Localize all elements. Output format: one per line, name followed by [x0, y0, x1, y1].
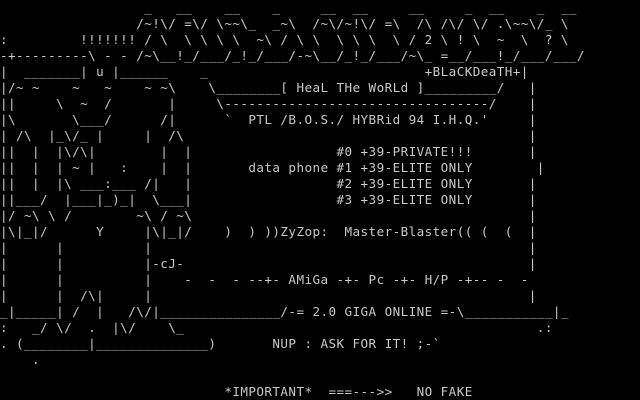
- phone-line-3: ||___/ |___|_)_| \___| #3 +39-ELITE ONLY…: [0, 192, 537, 207]
- ansi-bbs-ad-art: _ __ __ _ __ __ __ _ __ _ __ /~!\/ =\/ \…: [0, 0, 585, 400]
- heal-the-world-banner-line: |/~ ~ ~ ~ ~ ~\ \________[ HeaL THe WoRLd…: [0, 80, 537, 95]
- phone-line-2: || | |\ ___:___ /| | #2 +39-ELITE ONLY |: [0, 176, 537, 191]
- important-no-fake-line: *IMPORTANT* ===--->> NO FAKE: [0, 384, 473, 399]
- artist-tag-line: | | |-cJ- |: [0, 256, 537, 271]
- dos-terminal-screen: _ __ __ _ __ __ __ _ __ _ __ /~!\/ =\/ \…: [0, 0, 640, 400]
- bbs-subtitle-line: |\ \___/ /| ` PTL /B.O.S./ HYBRid 94 I.H…: [0, 112, 537, 127]
- ansi-line: || \ ~ / | \----------------------------…: [0, 96, 537, 111]
- phone-line-0: || | |\/\| | | #0 +39-PRIVATE!!! |: [0, 144, 537, 159]
- platforms-line: | | | - - - --+- AMiGa -+- Pc -+- H/P -+…: [0, 272, 529, 287]
- ansi-line: _ __ __ _ __ __ __ _ __ _ __: [0, 0, 577, 15]
- ansi-line: | | /\| | |: [0, 288, 537, 303]
- ansi-line: | /\ |_\/_ | | /\ |: [0, 128, 537, 143]
- ansi-line: : !!!!!!! / \ \ \ \ \ ~\ / \ \ \ \ \ \ /…: [0, 32, 569, 47]
- nup-line: . (________|______________) NUP : ASK FO…: [0, 336, 441, 351]
- ansi-line: .: [0, 352, 41, 367]
- phone-line-1: || | | ~ | : | | data phone #1 +39-ELITE…: [0, 160, 545, 175]
- ansi-line: [0, 368, 585, 384]
- ansi-line: | | | |: [0, 240, 537, 255]
- giga-online-line: _|_____| / | /\/|_______________/-= 2.0 …: [0, 304, 569, 319]
- ansi-line: |/ ~\ \ / ~\ / ~\ |: [0, 208, 537, 223]
- ansi-line: /~!\/ =\/ \~~\_ _~\ /~\/~!\/ =\ /\ /\/ \…: [0, 16, 569, 31]
- blackdeath-signature-line: | _______| u |______ _ +BLaCKDeaTH+|: [0, 64, 529, 79]
- sysop-line: |\|_|/ Y |\|_|/ ) ) ))ZyZop: Master-Blas…: [0, 224, 537, 239]
- ansi-line: -+---------\ - - /~\__!_/___/_!_/___/-~\…: [0, 48, 585, 63]
- ansi-line: : _/ \/ . |\/ \_ .:: [0, 320, 553, 335]
